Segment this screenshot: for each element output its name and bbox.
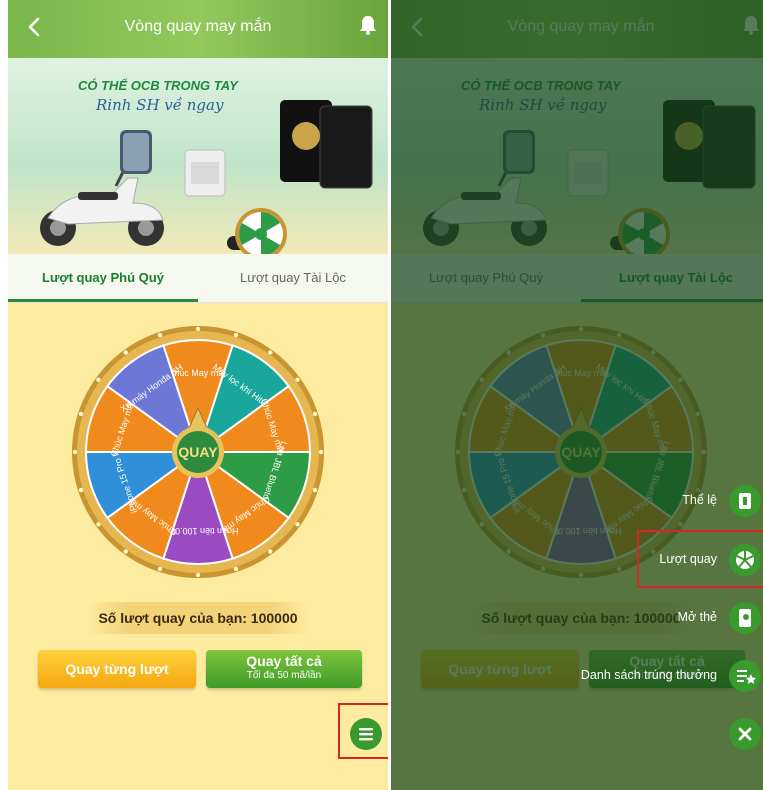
wheel-light xyxy=(233,332,239,338)
cards-illustration xyxy=(280,100,373,189)
wheel-light xyxy=(268,350,273,355)
highlight-box xyxy=(338,703,388,759)
wheel-light xyxy=(318,449,324,455)
tab-tai-loc[interactable]: Lượt quay Tài Lộc xyxy=(198,254,388,302)
wheel-light xyxy=(312,411,318,417)
wheel-light xyxy=(157,332,163,338)
wheel-light xyxy=(295,377,300,382)
spin-once-label: Quay từng lượt xyxy=(65,661,169,677)
spin-hub-label: QUAY xyxy=(178,444,218,460)
lucky-wheel[interactable]: Chúc May mắnMáy lọc khí HitachiChúc May … xyxy=(64,318,332,586)
wheel-light xyxy=(195,572,201,578)
menu-item-label: Thể lệ xyxy=(682,493,717,507)
tab-phu-quy[interactable]: Lượt quay Phú Quý xyxy=(8,254,198,302)
wheel-light xyxy=(195,326,201,332)
rules-book-glyph xyxy=(739,493,751,509)
wheel-light xyxy=(123,350,128,355)
wheel-light xyxy=(78,487,84,493)
spin-all-sublabel: Tối đa 50 mã/lần xyxy=(246,670,322,681)
spin-count-ribbon: Số lượt quay của bạn: 100000 xyxy=(88,602,308,634)
close-icon[interactable] xyxy=(729,718,761,750)
mini-wheel-illustration xyxy=(235,208,287,254)
wheel-light xyxy=(268,549,273,554)
tab-label: Lượt quay Tài Lộc xyxy=(240,270,346,285)
winners-list-glyph xyxy=(737,670,756,684)
promo-banner[interactable]: CÓ THỂ OCB TRONG TAY Rinh SH về ngay xyxy=(8,58,388,254)
app-screen-left: Vòng quay may mắn CÓ THỂ OCB TRONG TAY R… xyxy=(8,0,388,790)
wheel-light xyxy=(295,522,300,527)
phone-illustration xyxy=(120,130,152,174)
active-tab-indicator xyxy=(8,299,198,302)
rules-book-icon[interactable] xyxy=(729,485,761,517)
scooter-illustration xyxy=(40,168,164,246)
winners-list-icon[interactable] xyxy=(729,660,761,692)
spin-count-text: Số lượt quay của bạn: 100000 xyxy=(98,610,298,626)
menu-item-label: Mở thẻ xyxy=(677,610,717,624)
tab-bar: Lượt quay Phú Quý Lượt quay Tài Lộc xyxy=(8,254,388,303)
wheel-light xyxy=(312,487,318,493)
open-card-glyph xyxy=(739,609,751,627)
tab-label: Lượt quay Phú Quý xyxy=(42,270,164,285)
spin-all-button[interactable]: Quay tất cả Tối đa 50 mã/lần xyxy=(206,650,362,688)
app-header: Vòng quay may mắn xyxy=(8,0,388,58)
close-glyph xyxy=(738,727,752,741)
open-card-icon[interactable] xyxy=(729,602,761,634)
wheel-light xyxy=(78,411,84,417)
menu-item-label: Danh sách trúng thưởng xyxy=(580,668,717,682)
wheel-light xyxy=(72,449,78,455)
page-title: Vòng quay may mắn xyxy=(124,18,272,35)
wheel-light xyxy=(157,566,163,572)
banner-headline: CÓ THỂ OCB TRONG TAY xyxy=(78,78,238,93)
app-screen-right: Vòng quay may mắn CÓ THỂ OCB TRONG TAY R… xyxy=(391,0,763,790)
air-purifier-illustration xyxy=(184,149,226,197)
spin-all-label: Quay tất cả xyxy=(246,653,322,669)
notification-bell-icon[interactable] xyxy=(358,14,378,36)
wheel-light xyxy=(123,549,128,554)
wheel-light xyxy=(96,377,101,382)
wheel-light xyxy=(96,522,101,527)
highlight-box xyxy=(637,530,763,588)
wheel-light xyxy=(233,566,239,572)
spin-once-button[interactable]: Quay từng lượt xyxy=(38,650,196,688)
banner-tagline: Rinh SH về ngay xyxy=(96,96,224,114)
